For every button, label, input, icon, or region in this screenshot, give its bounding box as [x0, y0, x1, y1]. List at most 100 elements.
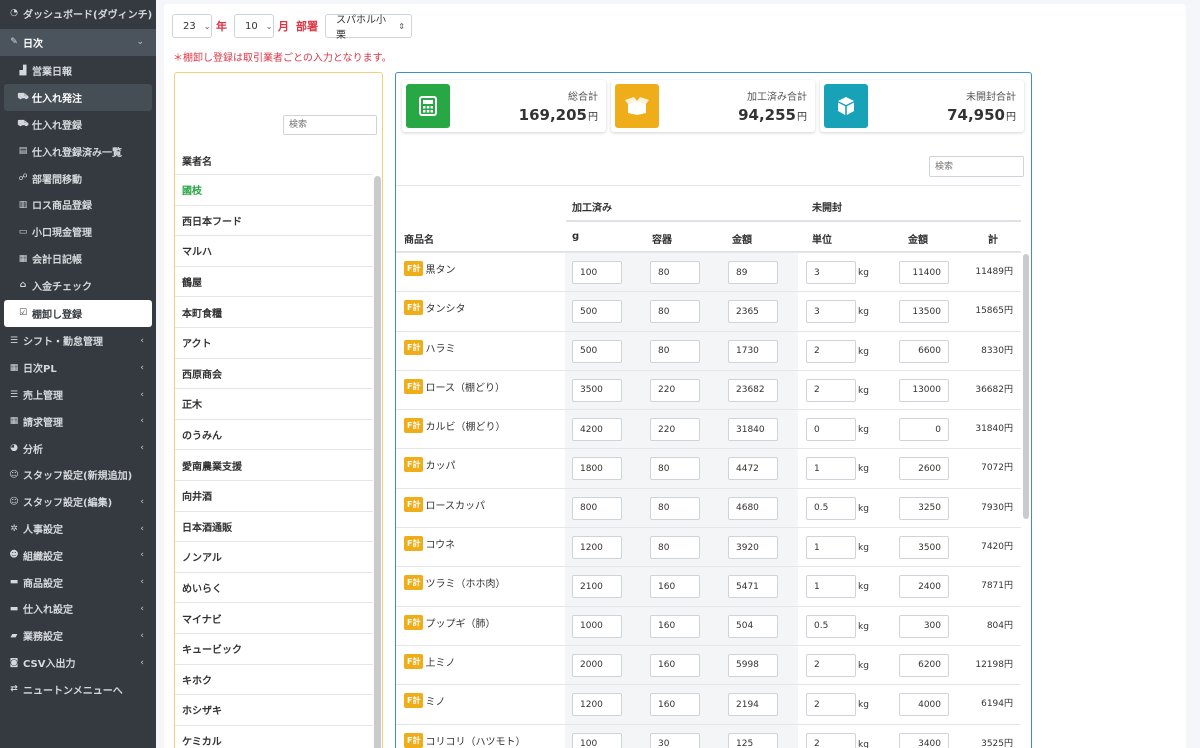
container-input[interactable]: 80	[650, 300, 700, 324]
sidebar-item-0[interactable]: ◔ ダッシュボード(ダヴィンチ)	[0, 0, 156, 27]
container-input[interactable]: 220	[650, 418, 700, 442]
unit-input[interactable]: 1	[806, 575, 856, 599]
g-input[interactable]: 4200	[572, 418, 622, 442]
sidebar-item-4[interactable]: ⛟ 仕入れ登録	[0, 111, 156, 138]
amount-input[interactable]: 31840	[728, 418, 778, 442]
g-input[interactable]: 3500	[572, 378, 622, 402]
unit-input[interactable]: 3	[806, 300, 856, 324]
sidebar-item-16[interactable]: ◕ 分析 ‹	[0, 435, 156, 462]
g-input[interactable]: 800	[572, 496, 622, 520]
amount2-input[interactable]: 2400	[899, 575, 949, 599]
amount2-input[interactable]: 6200	[899, 653, 949, 677]
table-search-input[interactable]	[929, 156, 1024, 177]
g-input[interactable]: 1200	[572, 693, 622, 717]
container-input[interactable]: 80	[650, 339, 700, 363]
sidebar-item-9[interactable]: ▦ 会計日記帳	[0, 245, 156, 272]
vendor-item[interactable]: めいらく	[175, 571, 373, 603]
g-input[interactable]: 2100	[572, 575, 622, 599]
sidebar-item-23[interactable]: ▰ 業務設定 ‹	[0, 622, 156, 649]
g-input[interactable]: 1000	[572, 614, 622, 638]
sidebar-item-2[interactable]: ▟ 営業日報	[0, 58, 156, 85]
vendor-item[interactable]: 本町食糧	[175, 296, 373, 327]
vendor-item[interactable]: 國枝	[175, 174, 373, 205]
sidebar-item-7[interactable]: ▥ ロス商品登録	[0, 192, 156, 219]
vendor-item[interactable]: ノンアル	[175, 541, 373, 572]
g-input[interactable]: 100	[572, 261, 622, 284]
sidebar-item-10[interactable]: ⌂ 入金チェック	[0, 272, 156, 299]
month-select[interactable]: 10 ⌄	[234, 14, 274, 38]
vendor-scrollbar[interactable]	[374, 176, 381, 748]
sidebar-item-6[interactable]: ☍ 部署間移動	[0, 165, 156, 192]
amount-input[interactable]: 4680	[728, 496, 778, 520]
sidebar-item-22[interactable]: ▬ 仕入れ設定 ‹	[0, 596, 156, 623]
vendor-search-input[interactable]	[283, 115, 377, 135]
amount-input[interactable]: 1730	[728, 339, 778, 363]
sidebar-item-13[interactable]: ▦ 日次PL ‹	[0, 354, 156, 381]
vendor-item[interactable]: キホク	[175, 663, 373, 695]
vendor-item[interactable]: 西原商会	[175, 357, 373, 389]
sidebar-item-24[interactable]: ◙ CSV入出力 ‹	[0, 649, 156, 676]
container-input[interactable]: 160	[650, 575, 700, 599]
g-input[interactable]: 500	[572, 339, 622, 363]
amount-input[interactable]: 125	[728, 732, 778, 748]
vendor-item[interactable]: マイナビ	[175, 602, 373, 633]
vendor-item[interactable]: 西日本フード	[175, 204, 373, 236]
vendor-item[interactable]: ケミカル	[175, 724, 373, 748]
unit-input[interactable]: 2	[806, 693, 856, 717]
container-input[interactable]: 160	[650, 693, 700, 717]
sidebar-item-5[interactable]: ▤ 仕入れ登録済み一覧	[0, 138, 156, 165]
vendor-item[interactable]: ホシザキ	[175, 694, 373, 725]
sidebar-item-3[interactable]: ⛟ 仕入れ発注	[4, 84, 152, 112]
unit-input[interactable]: 2	[806, 653, 856, 677]
vendor-item[interactable]: 愛南農業支援	[175, 449, 373, 480]
sidebar-item-8[interactable]: ▭ 小口現金管理	[0, 218, 156, 245]
dept-select[interactable]: スパホル小栗 ⇕	[325, 14, 412, 41]
sidebar-item-25[interactable]: ⇄ ニュートンメニューへ	[0, 676, 156, 703]
sidebar-item-19[interactable]: ✲ 人事設定 ‹	[0, 515, 156, 542]
amount-input[interactable]: 23682	[728, 378, 778, 402]
amount-input[interactable]: 2194	[728, 693, 778, 717]
unit-input[interactable]: 2	[806, 732, 856, 748]
amount2-input[interactable]: 3400	[899, 732, 949, 748]
table-scrollbar[interactable]	[1023, 254, 1029, 519]
amount2-input[interactable]: 13000	[899, 378, 949, 402]
unit-input[interactable]: 0.5	[806, 614, 856, 638]
unit-input[interactable]: 2	[806, 339, 856, 363]
amount2-input[interactable]: 3500	[899, 536, 949, 560]
amount-input[interactable]: 5471	[728, 575, 778, 599]
sidebar-item-20[interactable]: ☻ 組織設定 ‹	[0, 542, 156, 569]
g-input[interactable]: 1800	[572, 457, 622, 481]
sidebar-item-12[interactable]: ☰ シフト・勤怠管理 ‹	[0, 328, 156, 355]
unit-input[interactable]: 1	[806, 536, 856, 560]
g-input[interactable]: 2000	[572, 653, 622, 677]
unit-input[interactable]: 0.5	[806, 496, 856, 520]
amount2-input[interactable]: 4000	[899, 693, 949, 717]
container-input[interactable]: 80	[650, 261, 700, 284]
vendor-item[interactable]: 正木	[175, 388, 373, 419]
amount2-input[interactable]: 0	[899, 418, 949, 442]
container-input[interactable]: 80	[650, 496, 700, 520]
container-input[interactable]: 160	[650, 653, 700, 677]
g-input[interactable]: 1200	[572, 536, 622, 560]
amount-input[interactable]: 5998	[728, 653, 778, 677]
container-input[interactable]: 80	[650, 536, 700, 560]
unit-input[interactable]: 2	[806, 378, 856, 402]
container-input[interactable]: 160	[650, 614, 700, 638]
amount-input[interactable]: 4472	[728, 457, 778, 481]
unit-input[interactable]: 1	[806, 457, 856, 481]
sidebar-item-14[interactable]: ☰ 売上管理 ‹	[0, 381, 156, 408]
container-input[interactable]: 30	[650, 732, 700, 748]
amount2-input[interactable]: 2600	[899, 457, 949, 481]
unit-input[interactable]: 0	[806, 418, 856, 442]
amount2-input[interactable]: 11400	[899, 261, 949, 284]
year-select[interactable]: 23 ⌄	[172, 14, 212, 38]
vendor-item[interactable]: 鶴屋	[175, 265, 373, 297]
unit-input[interactable]: 3	[806, 261, 856, 284]
container-input[interactable]: 220	[650, 378, 700, 402]
vendor-item[interactable]: 日本酒通販	[175, 510, 373, 542]
amount2-input[interactable]: 6600	[899, 339, 949, 363]
vendor-item[interactable]: キュービック	[175, 632, 373, 664]
amount2-input[interactable]: 13500	[899, 300, 949, 324]
sidebar-item-18[interactable]: ☺ スタッフ設定(編集) ‹	[0, 488, 156, 515]
amount-input[interactable]: 3920	[728, 536, 778, 560]
